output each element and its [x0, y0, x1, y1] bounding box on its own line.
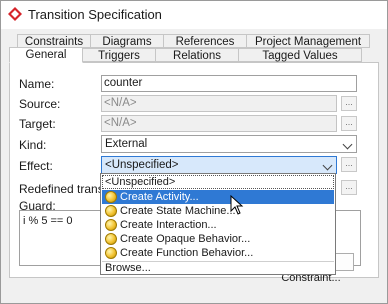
dropdown-item-browse[interactable]: Browse...: [102, 262, 334, 274]
behavior-icon: [105, 205, 117, 217]
app-icon: [8, 7, 22, 21]
tab-constraints[interactable]: Constraints: [17, 34, 91, 48]
target-browse-button[interactable]: ...: [341, 116, 357, 131]
dropdown-item-create-opaque-behavior[interactable]: Create Opaque Behavior...: [102, 232, 334, 246]
tab-strip: Constraints Diagrams References Project …: [9, 33, 381, 63]
dropdown-item-label: Create Activity...: [120, 191, 199, 203]
tab-triggers[interactable]: Triggers: [82, 48, 156, 62]
name-field[interactable]: counter: [101, 75, 357, 92]
dropdown-item-label: Create State Machine...: [120, 205, 236, 217]
transition-specification-dialog: Transition Specification Constraints Dia…: [0, 0, 388, 304]
name-label: Name:: [19, 77, 55, 91]
window-title: Transition Specification: [28, 7, 162, 22]
dropdown-item-create-state-machine[interactable]: Create State Machine...: [102, 204, 334, 218]
dropdown-item-unspecified[interactable]: <Unspecified>: [102, 175, 334, 189]
effect-dropdown-list: <Unspecified> Create Activity... Create …: [100, 173, 336, 275]
tab-relations[interactable]: Relations: [155, 48, 239, 62]
chevron-down-icon: [342, 139, 353, 150]
source-field: <N/A>: [101, 95, 337, 112]
behavior-icon: [105, 191, 117, 203]
title-bar: Transition Specification: [1, 1, 387, 29]
mouse-pointer-icon: [230, 195, 244, 215]
tab-project-management[interactable]: Project Management: [246, 34, 370, 48]
tab-diagrams[interactable]: Diagrams: [90, 34, 164, 48]
behavior-icon: [105, 233, 117, 245]
tab-references[interactable]: References: [163, 34, 247, 48]
behavior-icon: [105, 219, 117, 231]
target-label: Target:: [19, 117, 56, 131]
source-browse-button[interactable]: ...: [341, 96, 357, 111]
effect-value: <Unspecified>: [105, 159, 179, 171]
tab-general[interactable]: General: [9, 47, 83, 63]
tab-tagged-values[interactable]: Tagged Values: [238, 48, 362, 62]
dropdown-item-create-activity[interactable]: Create Activity...: [102, 190, 334, 204]
kind-select[interactable]: External: [101, 135, 357, 153]
effect-label: Effect:: [19, 159, 53, 173]
dropdown-item-label: Create Interaction...: [120, 219, 217, 231]
dropdown-item-label: Create Opaque Behavior...: [120, 233, 251, 245]
behavior-icon: [105, 247, 117, 259]
target-field: <N/A>: [101, 115, 337, 132]
dropdown-item-create-function-behavior[interactable]: Create Function Behavior...: [102, 246, 334, 260]
effect-select[interactable]: <Unspecified>: [101, 156, 337, 174]
dropdown-item-create-interaction[interactable]: Create Interaction...: [102, 218, 334, 232]
kind-label: Kind:: [19, 138, 47, 152]
source-label: Source:: [19, 97, 61, 111]
effect-browse-button[interactable]: ...: [341, 157, 357, 172]
redefined-browse-button[interactable]: ...: [341, 180, 357, 195]
dropdown-item-label: Create Function Behavior...: [120, 247, 254, 259]
kind-value: External: [105, 138, 148, 150]
chevron-down-icon: [322, 160, 333, 171]
